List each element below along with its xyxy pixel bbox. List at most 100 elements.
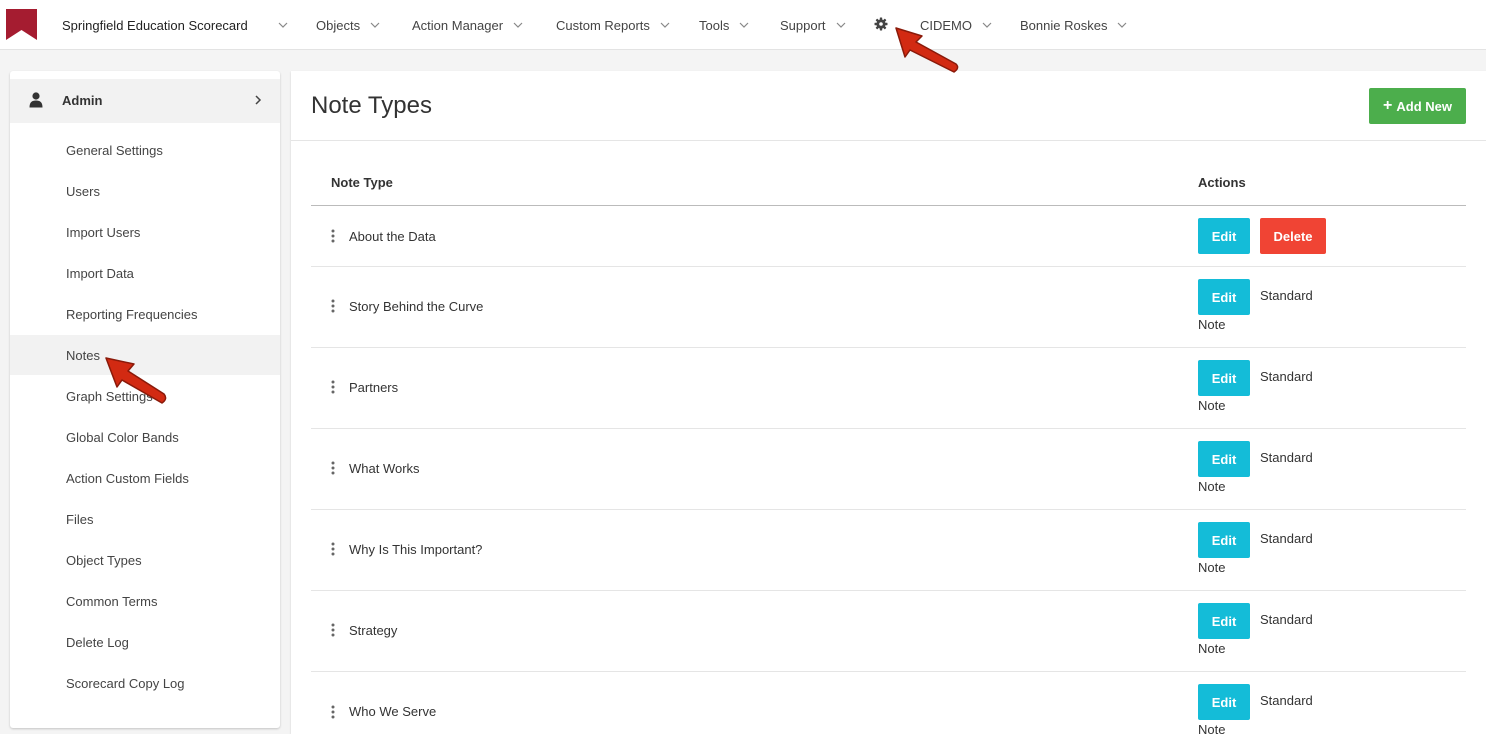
user-menu[interactable]: Bonnie Roskes <box>1020 0 1127 50</box>
sidebar-item-import-data[interactable]: Import Data <box>10 253 280 293</box>
user-icon <box>29 92 43 108</box>
org-label: CIDEMO <box>920 17 972 33</box>
standard-label: Standard <box>1260 531 1313 546</box>
drag-handle-icon[interactable] <box>331 229 335 243</box>
table-row: Strategy Edit Standard Note <box>311 591 1466 672</box>
table-row: Partners Edit Standard Note <box>311 348 1466 429</box>
note-type-name: About the Data <box>349 229 436 244</box>
chevron-down-icon <box>739 22 749 28</box>
sidebar-item-label: Notes <box>66 347 100 363</box>
table-row: What Works Edit Standard Note <box>311 429 1466 510</box>
admin-sidebar: Admin General Settings Users Import User… <box>10 71 280 728</box>
edit-button[interactable]: Edit <box>1198 522 1250 558</box>
note-label: Note <box>1198 479 1226 494</box>
note-label: Note <box>1198 398 1226 413</box>
sidebar-item-label: General Settings <box>66 142 163 158</box>
sidebar-item-delete-log[interactable]: Delete Log <box>10 622 280 662</box>
sidebar-item-global-color-bands[interactable]: Global Color Bands <box>10 417 280 457</box>
note-label: Note <box>1198 317 1226 332</box>
drag-handle-icon[interactable] <box>331 380 335 394</box>
chevron-down-icon <box>836 22 845 28</box>
column-header-note-type: Note Type <box>331 175 393 190</box>
note-label: Note <box>1198 560 1226 575</box>
note-type-name: Who We Serve <box>349 704 437 719</box>
note-type-name: Story Behind the Curve <box>349 299 484 314</box>
edit-button[interactable]: Edit <box>1198 218 1250 254</box>
drag-handle-icon[interactable] <box>331 542 335 556</box>
sidebar-item-general-settings[interactable]: General Settings <box>10 130 280 170</box>
sidebar-item-object-types[interactable]: Object Types <box>10 540 280 580</box>
sidebar-item-scorecard-copy-log[interactable]: Scorecard Copy Log <box>10 663 280 703</box>
sidebar-item-label: Import Users <box>66 224 141 240</box>
note-type-name: Partners <box>349 380 399 395</box>
sidebar-section-label: Admin <box>62 93 103 108</box>
note-type-name: What Works <box>349 461 420 476</box>
chevron-down-icon <box>660 22 670 28</box>
sidebar-section-admin[interactable]: Admin <box>10 79 280 123</box>
drag-handle-icon[interactable] <box>331 705 335 719</box>
app-logo[interactable] <box>6 9 37 40</box>
chevron-down-icon <box>513 22 523 28</box>
sidebar-item-action-custom-fields[interactable]: Action Custom Fields <box>10 458 280 498</box>
nav-custom-reports-label: Custom Reports <box>556 17 650 33</box>
chevron-down-icon <box>982 22 992 28</box>
sidebar-item-notes[interactable]: Notes <box>10 335 280 375</box>
drag-handle-icon[interactable] <box>331 623 335 637</box>
drag-handle-icon[interactable] <box>331 461 335 475</box>
nav-action-manager[interactable]: Action Manager <box>412 0 523 50</box>
scorecard-selector[interactable]: Springfield Education Scorecard <box>62 0 288 50</box>
sidebar-item-label: Object Types <box>66 552 142 568</box>
drag-handle-icon[interactable] <box>331 299 335 313</box>
sidebar-item-graph-settings[interactable]: Graph Settings <box>10 376 280 416</box>
sidebar-item-files[interactable]: Files <box>10 499 280 539</box>
note-label: Note <box>1198 641 1226 656</box>
user-name: Bonnie Roskes <box>1020 17 1108 33</box>
sidebar-item-label: Action Custom Fields <box>66 470 189 486</box>
sidebar-item-label: Global Color Bands <box>66 429 179 445</box>
gear-icon[interactable] <box>874 17 888 31</box>
sidebar-item-reporting-frequencies[interactable]: Reporting Frequencies <box>10 294 280 334</box>
edit-button[interactable]: Edit <box>1198 603 1250 639</box>
sidebar-item-label: Files <box>66 511 94 527</box>
nav-custom-reports[interactable]: Custom Reports <box>556 0 670 50</box>
sidebar-item-label: Delete Log <box>66 634 129 650</box>
table-row: Who We Serve Edit Standard Note <box>311 672 1466 734</box>
edit-button[interactable]: Edit <box>1198 441 1250 477</box>
chevron-down-icon <box>1118 22 1127 28</box>
nav-action-manager-label: Action Manager <box>412 17 504 33</box>
standard-label: Standard <box>1260 612 1313 627</box>
edit-button[interactable]: Edit <box>1198 360 1250 396</box>
header-divider <box>291 140 1486 141</box>
sidebar-item-common-terms[interactable]: Common Terms <box>10 581 280 621</box>
table-row: Story Behind the Curve Edit Standard Not… <box>311 267 1466 348</box>
note-type-name: Why Is This Important? <box>349 542 483 557</box>
delete-button[interactable]: Delete <box>1260 218 1326 254</box>
sidebar-item-label: Reporting Frequencies <box>66 306 198 322</box>
column-header-actions: Actions <box>1198 175 1246 190</box>
add-new-button[interactable]: + Add New <box>1369 88 1466 124</box>
nav-tools[interactable]: Tools <box>699 0 749 50</box>
scorecard-name: Springfield Education Scorecard <box>62 17 248 33</box>
table-row: Why Is This Important? Edit Standard Not… <box>311 510 1466 591</box>
sidebar-item-label: Import Data <box>66 265 134 281</box>
standard-label: Standard <box>1260 693 1313 708</box>
sidebar-item-label: Scorecard Copy Log <box>66 675 185 691</box>
table-row: About the Data Edit Delete <box>311 206 1466 267</box>
top-navbar: Springfield Education Scorecard Objects … <box>0 0 1486 50</box>
edit-button[interactable]: Edit <box>1198 279 1250 315</box>
edit-button[interactable]: Edit <box>1198 684 1250 720</box>
nav-tools-label: Tools <box>699 17 730 33</box>
plus-icon: + <box>1383 97 1393 114</box>
sidebar-item-import-users[interactable]: Import Users <box>10 212 280 252</box>
sidebar-item-label: Common Terms <box>66 593 158 609</box>
nav-objects[interactable]: Objects <box>316 0 380 50</box>
chevron-right-icon <box>255 95 262 105</box>
org-selector[interactable]: CIDEMO <box>920 0 992 50</box>
chevron-down-icon <box>370 22 380 28</box>
nav-objects-label: Objects <box>316 17 361 33</box>
main-panel: Note Types + Add New Note Type Actions A… <box>291 71 1486 734</box>
nav-support-label: Support <box>780 17 826 33</box>
add-new-label: Add New <box>1396 98 1452 114</box>
sidebar-item-users[interactable]: Users <box>10 171 280 211</box>
nav-support[interactable]: Support <box>780 0 846 50</box>
